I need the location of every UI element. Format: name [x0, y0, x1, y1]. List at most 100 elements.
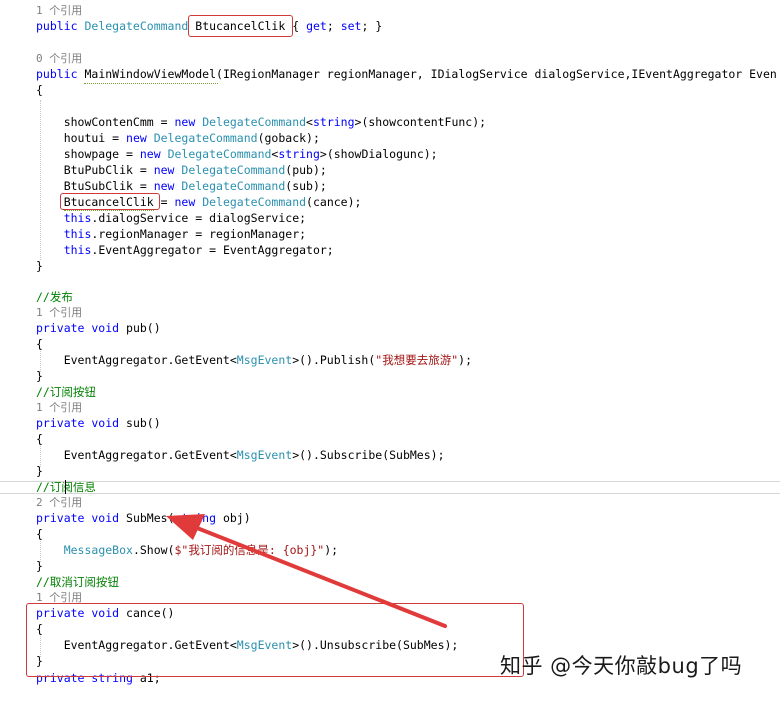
code-token: new	[126, 131, 154, 145]
code-token: //取消订阅按钮	[36, 575, 119, 589]
code-token: public	[36, 19, 85, 33]
code-line-16[interactable]: //发布	[36, 289, 73, 305]
code-line-15[interactable]: }	[36, 258, 43, 274]
highlight-box-property	[188, 15, 293, 37]
code-line-26[interactable]: EventAggregator.GetEvent<MsgEvent>().Sub…	[36, 447, 445, 463]
code-token: 0 个引用	[36, 52, 83, 65]
code-token: new	[139, 147, 168, 161]
code-token: set	[340, 19, 362, 33]
code-line-8[interactable]: showpage = new DelegateCommand<string>(s…	[36, 146, 438, 162]
code-token: "我想要去旅游"	[375, 353, 459, 367]
code-line-17[interactable]: 1 个引用	[36, 304, 82, 320]
code-token: }	[36, 464, 43, 478]
warning-squiggle	[84, 81, 218, 84]
code-token: new	[174, 195, 203, 209]
code-line-10[interactable]: BtuSubClik = new DelegateCommand(sub);	[36, 178, 327, 194]
code-token: pub()	[126, 321, 161, 335]
code-token: {	[36, 527, 43, 541]
code-line-21[interactable]: }	[36, 368, 43, 384]
code-line-14[interactable]: this.EventAggregator = EventAggregator;	[36, 242, 334, 258]
code-token: //订阅按钮	[36, 385, 96, 399]
code-token: 1 个引用	[36, 4, 83, 17]
code-token: 1 个引用	[36, 306, 83, 319]
code-line-9[interactable]: BtuPubClik = new DelegateCommand(pub);	[36, 162, 327, 178]
code-line-20[interactable]: EventAggregator.GetEvent<MsgEvent>().Pub…	[36, 352, 472, 368]
code-token: >(showcontentFunc);	[354, 115, 487, 129]
code-token: MainWindowViewModel(IRegionManager regio…	[84, 67, 777, 81]
text-caret	[65, 480, 66, 494]
code-line-32[interactable]: MessageBox.Show($"我订阅的信息是: {obj}");	[36, 542, 338, 558]
code-line-7[interactable]: houtui = new DelegateCommand(goback);	[36, 130, 320, 146]
code-token: MsgEvent	[236, 448, 293, 462]
code-token: DelegateCommand	[167, 147, 272, 161]
code-token: .regionManager = regionManager;	[91, 227, 307, 241]
code-token: showContenCmm =	[36, 115, 175, 129]
code-line-27[interactable]: }	[36, 463, 43, 479]
code-token: DelegateCommand	[153, 131, 258, 145]
code-token: $"我订阅的信息是: {obj}"	[174, 543, 325, 557]
code-token: ; }	[361, 19, 383, 33]
watermark: 知乎 @今天你敲bug了吗	[500, 654, 743, 678]
code-token: private void	[36, 511, 127, 525]
code-token: }	[36, 259, 43, 273]
code-token: this	[63, 211, 92, 225]
code-line-6[interactable]: showContenCmm = new DelegateCommand<stri…	[36, 114, 486, 130]
code-token: BtuSubClik =	[36, 179, 154, 193]
highlight-box-assignment	[60, 193, 160, 210]
code-editor[interactable]: 1 个引用 public DelegateCommand BtucancelCl…	[0, 0, 780, 704]
code-token: MessageBox	[63, 543, 133, 557]
code-token: {	[36, 83, 43, 97]
code-line-19[interactable]: {	[36, 336, 43, 352]
code-line-30[interactable]: private void SubMes(string obj)	[36, 510, 251, 526]
code-token: EventAggregator.GetEvent<	[36, 353, 237, 367]
code-token: .Show(	[132, 543, 175, 557]
code-token: string	[312, 115, 355, 129]
code-token: //发布	[36, 290, 73, 304]
code-token: new	[153, 163, 182, 177]
code-token: DelegateCommand	[181, 163, 286, 177]
code-line-29[interactable]: 2 个引用	[36, 494, 82, 510]
code-token: >().Subscribe(SubMes);	[292, 448, 445, 462]
code-token: string	[174, 511, 223, 525]
code-line-34[interactable]: //取消订阅按钮	[36, 574, 119, 590]
code-token: DelegateCommand	[181, 179, 286, 193]
code-token: (goback);	[257, 131, 320, 145]
code-line-23[interactable]: 1 个引用	[36, 399, 82, 415]
code-line-33[interactable]: }	[36, 558, 43, 574]
code-token: showpage =	[36, 147, 140, 161]
code-line-5[interactable]: {	[36, 82, 43, 98]
code-token: 1 个引用	[36, 401, 83, 414]
code-line-13[interactable]: this.regionManager = regionManager;	[36, 226, 306, 242]
code-token: MsgEvent	[236, 353, 293, 367]
code-line-25[interactable]: {	[36, 431, 43, 447]
code-token: DelegateCommand	[202, 115, 307, 129]
code-line-31[interactable]: {	[36, 526, 43, 542]
code-token: obj)	[222, 511, 251, 525]
code-line-4[interactable]: public MainWindowViewModel(IRegionManage…	[36, 66, 777, 82]
code-token: (pub);	[285, 163, 327, 177]
code-token: new	[174, 115, 203, 129]
code-token: >().Publish(	[292, 353, 376, 367]
code-token: houtui =	[36, 131, 127, 145]
code-token: new	[153, 179, 182, 193]
code-token: EventAggregator.GetEvent<	[36, 448, 237, 462]
code-token: private void	[36, 321, 127, 335]
current-line-border-top	[0, 481, 780, 482]
code-token: (cance);	[306, 195, 362, 209]
code-line-12[interactable]: this.dialogService = dialogService;	[36, 210, 306, 226]
code-token: BtuPubClik =	[36, 163, 154, 177]
code-line-18[interactable]: private void pub()	[36, 320, 161, 336]
code-line-24[interactable]: private void sub()	[36, 415, 161, 431]
code-line-1[interactable]: 1 个引用	[36, 2, 82, 18]
code-line-22[interactable]: //订阅按钮	[36, 384, 96, 400]
code-token: .dialogService = dialogService;	[91, 211, 307, 225]
code-line-3[interactable]: 0 个引用	[36, 50, 82, 66]
code-token: {	[36, 337, 43, 351]
code-token: );	[324, 543, 339, 557]
current-line-border-bottom	[0, 493, 780, 494]
code-token: this	[63, 227, 92, 241]
